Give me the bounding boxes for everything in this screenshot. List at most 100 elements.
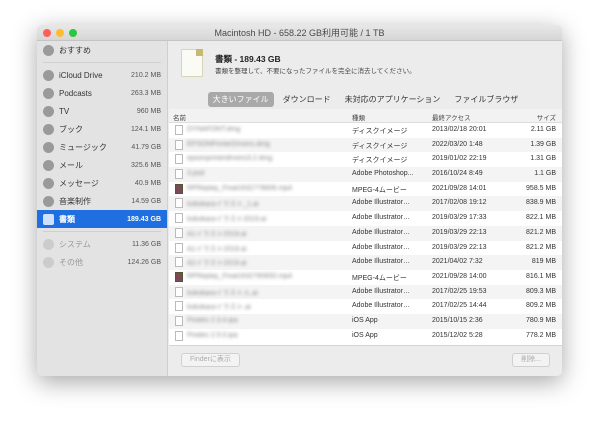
table-row[interactable]: A2イラスト2019.ai Adobe Illustrator… 2021/04/0… [169, 255, 562, 270]
file-name: Pirates 2.5.0.ipa [187, 331, 238, 339]
column-last-access[interactable]: 最終アクセス [432, 112, 471, 122]
file-last-access: 2016/10/24 8:49 [432, 170, 483, 178]
tab-file-browser[interactable]: ファイルブラウザ [449, 92, 523, 107]
file-name: RPReplay_Final1632780650.mp4 [187, 272, 293, 280]
column-name[interactable]: 名前 [173, 112, 186, 122]
sidebar-item-size: 210.2 MB [131, 71, 161, 79]
table-row[interactable]: A1イラスト2019.ai Adobe Illustrator… 2019/03/2… [169, 241, 562, 256]
file-size: 816.1 MB [526, 272, 556, 280]
file-kind: MPEG-4ムービー [352, 274, 407, 282]
file-size: 778.2 MB [526, 331, 556, 339]
sidebar-item-system: システム 11.36 GB [37, 235, 167, 253]
file-icon [175, 315, 183, 326]
category-subtitle: 書類を整理して、不要になったファイルを完全に消去してください。 [215, 68, 416, 75]
file-kind: Adobe Illustrator… [352, 199, 410, 207]
file-kind: iOS App [352, 331, 378, 339]
table-row[interactable]: kokokaraイラスト入.ai Adobe Illustrator… 2017/0… [169, 284, 562, 300]
sidebar-item[interactable]: ミュージック 41.79 GB [37, 138, 167, 156]
divider [43, 231, 161, 232]
file-icon [175, 169, 183, 180]
file-kind: ディスクイメージ [352, 128, 408, 135]
file-size: 809.2 MB [526, 302, 556, 310]
file-icon [175, 286, 183, 297]
file-size: 809.3 MB [526, 287, 556, 295]
file-icon [175, 213, 183, 224]
sidebar-item-label: iCloud Drive [59, 70, 103, 80]
table-row[interactable]: 3.psd Adobe Photoshop... 2016/10/24 8:49 1.… [169, 167, 562, 182]
column-size[interactable]: サイズ [537, 112, 556, 122]
file-name: A1イラスト2019.ai [187, 245, 247, 253]
column-kind[interactable]: 種類 [352, 112, 365, 122]
bottom-bar: Finderに表示 削除... [169, 345, 562, 376]
table-row[interactable]: A1イラスト2019.ai Adobe Illustrator… 2019/03/2… [169, 225, 562, 241]
file-icon [175, 198, 183, 209]
sidebar-item-label: Podcasts [59, 88, 92, 98]
tab-bar: 大きいファイル ダウンロード 未対応のアプリケーション ファイルブラウザ [169, 92, 562, 107]
table-row[interactable]: kokokaraイラスト.ai Adobe Illustrator… 2017/02… [169, 299, 562, 314]
sidebar-item[interactable]: メール 325.6 MB [37, 156, 167, 174]
tab-unsupported-apps[interactable]: 未対応のアプリケーション [340, 92, 446, 107]
table-row[interactable]: RPReplay_Final1632780650.mp4 MPEG-4ムービー 20… [169, 270, 562, 285]
file-icon [175, 257, 183, 268]
sidebar-item-label: ミュージック [59, 142, 107, 152]
file-last-access: 2013/02/18 20:01 [432, 126, 487, 133]
file-name: kokokaraイラスト.ai [187, 304, 251, 312]
table-row[interactable]: kokokaraイラスト2019.ai Adobe Illustrator… 201… [169, 211, 562, 226]
sidebar-item[interactable]: iCloud Drive 210.2 MB [37, 66, 167, 84]
file-name: 3.psd [187, 170, 205, 178]
tab-downloads[interactable]: ダウンロード [278, 92, 336, 107]
file-size: 2.11 GB [530, 126, 556, 133]
table-row[interactable]: RPReplay_Final1632778606.mp4 MPEG-4ムービー 20… [169, 182, 562, 197]
sidebar-item-size: 325.6 MB [131, 161, 161, 169]
sidebar-item-system: その他 124.26 GB [37, 253, 167, 271]
close-button[interactable] [43, 29, 51, 37]
file-icon [175, 154, 183, 165]
file-kind: Adobe Illustrator… [352, 228, 410, 236]
podcast-icon [43, 87, 54, 99]
delete-button[interactable]: 削除... [512, 353, 550, 367]
sidebar-item[interactable]: 書類 189.43 GB [37, 210, 167, 228]
sidebar-item-size: 11.36 GB [131, 240, 161, 248]
column-headers: 名前 種類 最終アクセス サイズ [169, 109, 562, 123]
show-in-finder-button[interactable]: Finderに表示 [181, 353, 240, 367]
file-name: EPSONPrinterDrivers.dmg [187, 140, 270, 148]
file-name: RPReplay_Final1632778606.mp4 [187, 184, 293, 192]
file-name: A2イラスト2019.ai [187, 260, 247, 268]
file-last-access: 2017/02/08 19:12 [432, 199, 487, 207]
table-row[interactable]: epsonprinterdrivers3.2.dmg ディスクイメージ 2019/0… [169, 152, 562, 167]
tab-large-files[interactable]: 大きいファイル [207, 92, 274, 107]
file-last-access: 2017/02/25 19:53 [432, 287, 487, 295]
file-name: epsonprinterdrivers3.2.dmg [187, 155, 273, 163]
category-title: 書類 - 189.43 GB [215, 54, 281, 64]
file-list[interactable]: DYNAFONT.dmg ディスクイメージ 2013/02/18 20:01 2.11… [169, 123, 562, 345]
file-last-access: 2019/03/29 22:13 [432, 228, 487, 236]
table-row[interactable]: kokokaraイラスト_1.ai Adobe Illustrator… 2017/… [169, 196, 562, 212]
sidebar-item-size: 960 MB [136, 107, 161, 115]
minimize-button[interactable] [56, 29, 64, 37]
lightbulb-icon [43, 44, 54, 56]
sidebar-item[interactable]: ブック 124.1 MB [37, 120, 167, 138]
file-last-access: 2015/10/15 2:36 [432, 316, 483, 324]
sidebar-item-label: その他 [59, 257, 83, 267]
sidebar-item-size: 40.9 MB [134, 179, 161, 187]
table-row[interactable]: Pirates 2.5.0.ipa iOS App 2015/12/02 5:28 7… [169, 329, 562, 344]
sidebar-item[interactable]: TV 960 MB [37, 102, 167, 120]
sidebar-item[interactable]: Podcasts 263.3 MB [37, 84, 167, 102]
tv-icon [43, 105, 54, 117]
title-bar: Macintosh HD - 658.22 GB利用可能 / 1 TB [37, 25, 562, 41]
table-row[interactable]: DYNAFONT.dmg ディスクイメージ 2013/02/18 20:01 2.11… [169, 123, 562, 138]
video-file-icon [175, 183, 183, 194]
sidebar-item[interactable]: 音楽制作 14.59 GB [37, 192, 167, 210]
sidebar-item-recommend[interactable]: おすすめ [37, 41, 167, 59]
cloud-icon [43, 69, 54, 81]
file-last-access: 2017/02/25 14:44 [432, 302, 487, 310]
zoom-button[interactable] [69, 29, 77, 37]
file-last-access: 2021/09/28 14:01 [432, 184, 487, 192]
sidebar-item-size: 14.59 GB [131, 197, 161, 205]
table-row[interactable]: EPSONPrinterDrivers.dmg ディスクイメージ 2022/03/2… [169, 137, 562, 153]
file-kind: Adobe Photoshop... [352, 170, 414, 178]
sidebar-item-size: 124.26 GB [127, 258, 161, 266]
sidebar-item-label: おすすめ [59, 45, 91, 55]
sidebar-item[interactable]: メッセージ 40.9 MB [37, 174, 167, 192]
table-row[interactable]: Pirates 2.3.4.ipa iOS App 2015/10/15 2:36 7… [169, 313, 562, 329]
